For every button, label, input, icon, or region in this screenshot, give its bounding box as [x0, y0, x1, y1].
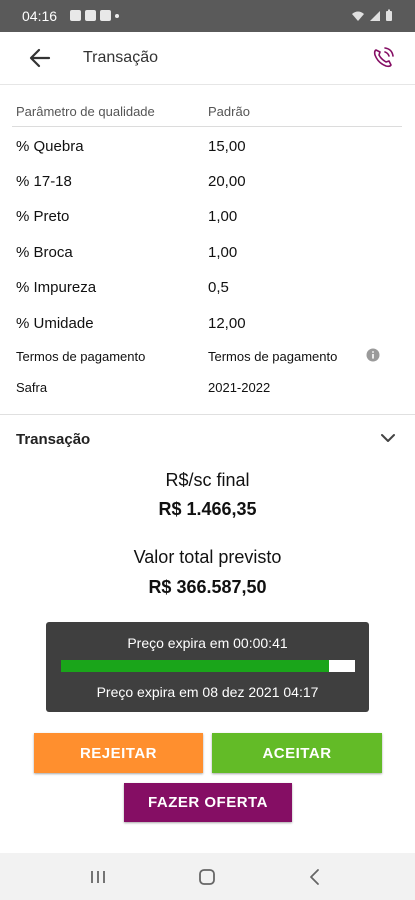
bag-icon	[100, 10, 111, 21]
price-label: R$/sc final	[165, 470, 250, 490]
param-value: 0,5	[208, 279, 229, 296]
status-left-icons	[70, 10, 119, 21]
param-label: % Quebra	[16, 138, 84, 155]
expiry-datetime: Preço expira em 08 dez 2021 04:17	[96, 684, 319, 700]
param-label: % Broca	[16, 244, 73, 261]
param-header-label: Parâmetro de qualidade	[16, 104, 155, 119]
recents-icon[interactable]	[86, 865, 110, 889]
arrow-left-icon[interactable]	[26, 44, 54, 72]
param-label: % Impureza	[16, 279, 97, 296]
price-value: R$ 1.466,35	[158, 499, 257, 519]
status-right-icons	[351, 9, 393, 22]
param-value: 20,00	[208, 173, 246, 190]
param-header-value: Padrão	[208, 104, 250, 119]
param-label: % 17-18	[16, 173, 72, 190]
param-value: 12,00	[208, 315, 246, 332]
reject-button[interactable]: REJEITAR	[34, 733, 203, 773]
expiry-countdown: Preço expira em 00:00:41	[127, 635, 288, 651]
wifi-icon	[352, 11, 364, 21]
gmail-icon	[85, 10, 96, 21]
battery-icon	[386, 9, 392, 21]
harvest-label: Safra	[16, 380, 48, 395]
param-value: 1,00	[208, 208, 238, 225]
param-label: % Preto	[16, 208, 70, 225]
param-label: % Umidade	[16, 315, 94, 332]
expiry-progress-bar	[61, 660, 355, 672]
home-icon[interactable]	[195, 865, 219, 889]
expiry-progress-fill	[61, 660, 329, 672]
page-title: Transação	[83, 49, 158, 66]
make-offer-button[interactable]: FAZER OFERTA	[124, 783, 292, 822]
signal-icon	[370, 10, 380, 21]
app-bar: Transação	[0, 32, 415, 85]
status-bar: 04:16	[0, 0, 415, 32]
status-time: 04:16	[22, 8, 58, 24]
transaction-section-header[interactable]: Transação	[0, 415, 415, 459]
payment-terms-label: Termos de pagamento	[16, 349, 146, 364]
total-label: Valor total previsto	[133, 547, 282, 567]
dot-icon	[115, 13, 119, 18]
system-nav-bar	[0, 853, 415, 900]
price-expiry-timer: Preço expira em 00:00:41 Preço expira em…	[46, 622, 369, 712]
phone-ring-icon[interactable]	[369, 44, 397, 72]
image-icon	[70, 10, 81, 21]
accept-button[interactable]: ACEITAR	[212, 733, 382, 773]
harvest-value: 2021-2022	[208, 380, 271, 395]
param-value: 15,00	[208, 138, 246, 155]
total-value: R$ 366.587,50	[148, 577, 267, 597]
param-value: 1,00	[208, 244, 238, 261]
section-title: Transação	[16, 431, 91, 448]
chevron-down-icon[interactable]	[379, 429, 397, 447]
param-header-divider	[12, 126, 402, 127]
payment-terms-value: Termos de pagamento	[208, 349, 338, 364]
info-icon[interactable]	[366, 348, 380, 362]
back-icon[interactable]	[303, 865, 327, 889]
